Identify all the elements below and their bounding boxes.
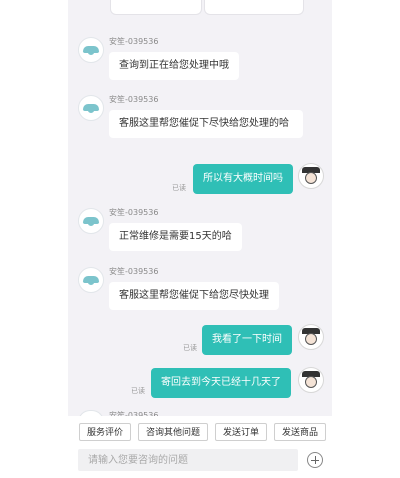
user-avatar[interactable] [298, 367, 324, 393]
message-bubble[interactable]: 查询到正在给您处理中哦 [109, 52, 239, 80]
read-status: 已读 [172, 184, 186, 192]
agent-avatar[interactable] [78, 37, 104, 63]
agent-avatar[interactable] [78, 95, 104, 121]
quick-action-send-order[interactable]: 发送订单 [215, 423, 267, 441]
agent-avatar[interactable] [78, 267, 104, 293]
agent-avatar[interactable] [78, 208, 104, 234]
agent-name: 安笙-039536 [109, 208, 159, 217]
previous-card-edge [110, 0, 202, 15]
message-bubble[interactable]: 所以有大概时间吗 [193, 164, 293, 194]
read-status: 已读 [131, 387, 145, 395]
message-bubble[interactable]: 客服这里帮您催促下尽快给您处理的哈 [109, 110, 303, 138]
read-status: 已读 [183, 344, 197, 352]
user-avatar[interactable] [298, 163, 324, 189]
message-bubble[interactable]: 客服这里帮您催促下给您尽快处理 [109, 282, 279, 310]
agent-name: 安笙-039536 [109, 95, 159, 104]
user-avatar[interactable] [298, 324, 324, 350]
previous-card-edge [204, 0, 304, 15]
plus-icon[interactable] [307, 452, 323, 468]
message-bubble[interactable]: 我看了一下时间 [202, 325, 292, 355]
agent-name: 安笙-039536 [109, 37, 159, 46]
message-input[interactable] [78, 449, 298, 471]
message-bubble[interactable]: 寄回去到今天已经十几天了 [151, 368, 291, 398]
message-bubble[interactable]: 正常维修是需要15天的哈 [109, 223, 242, 251]
quick-action-send-product[interactable]: 发送商品 [274, 423, 326, 441]
chat-screen: 安笙-039536 查询到正在给您处理中哦 安笙-039536 客服这里帮您催促… [68, 0, 332, 478]
quick-action-rate-service[interactable]: 服务评价 [79, 423, 131, 441]
quick-action-other-questions[interactable]: 咨询其他问题 [138, 423, 208, 441]
agent-name: 安笙-039536 [109, 267, 159, 276]
